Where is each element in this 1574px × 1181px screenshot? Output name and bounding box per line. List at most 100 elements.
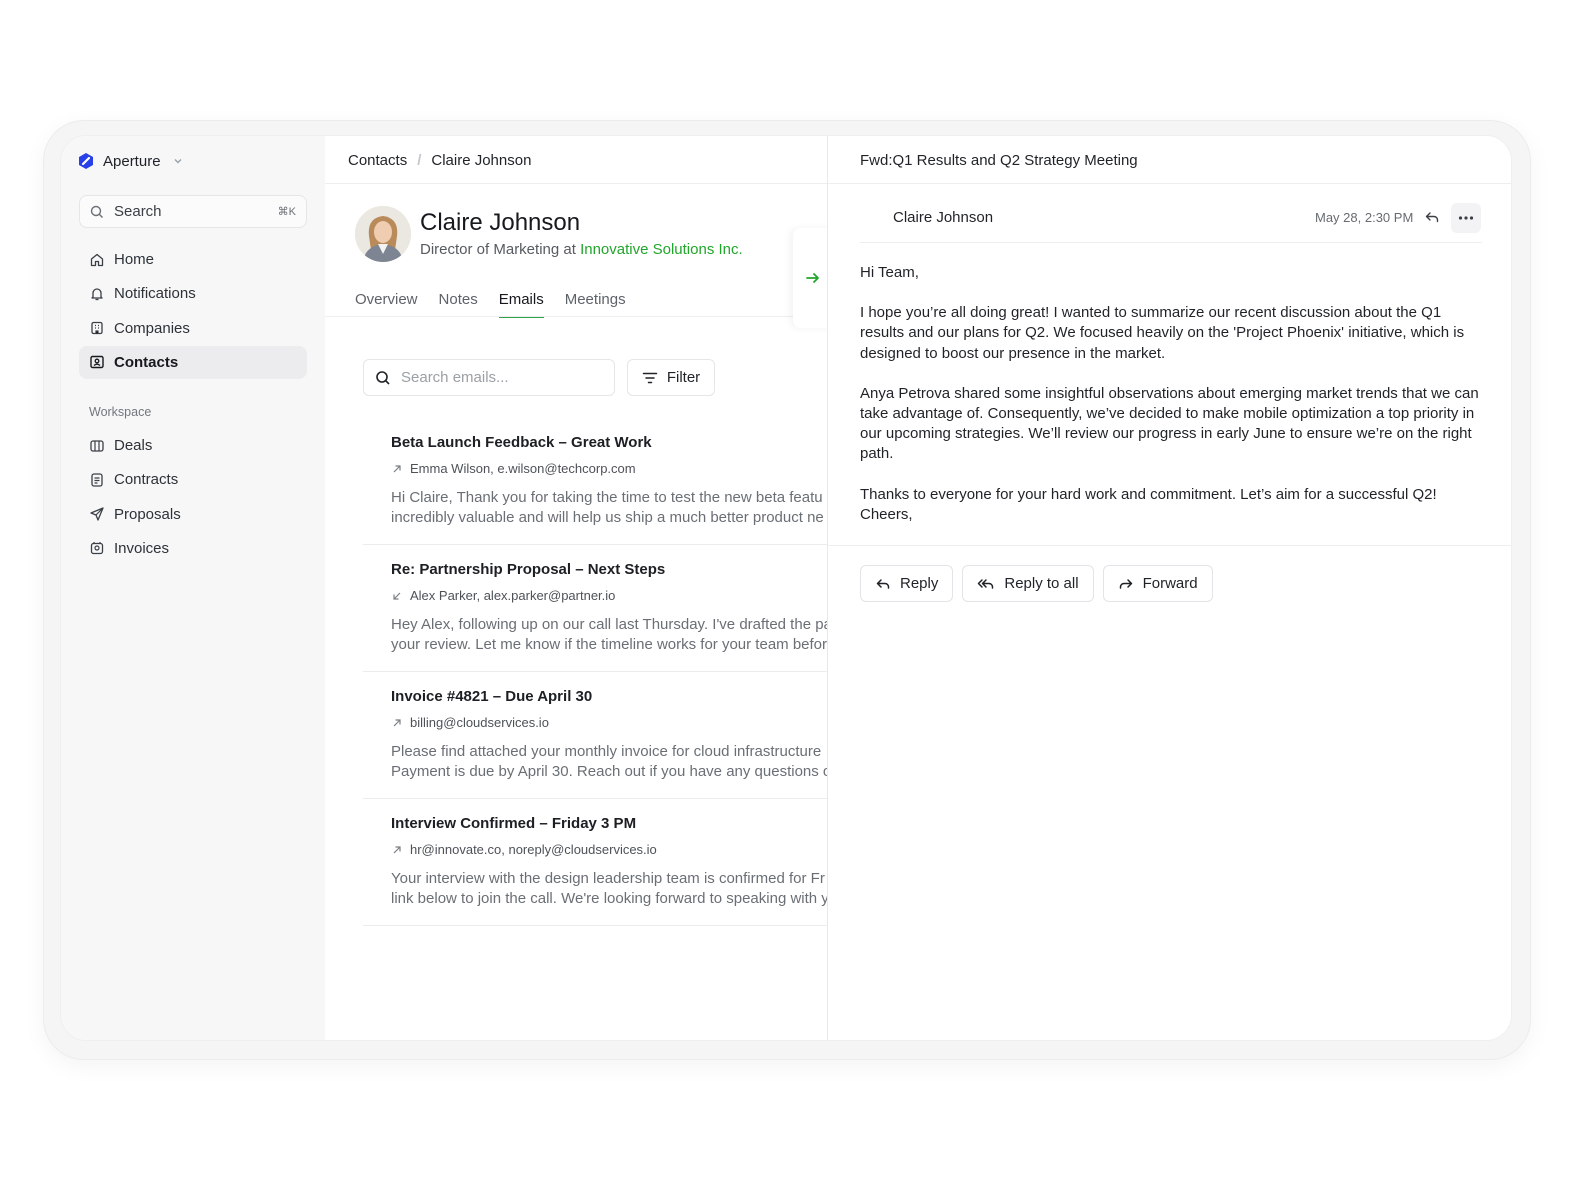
sidebar-item-home[interactable]: Home xyxy=(79,243,307,276)
email-participants: Alex Parker, alex.parker@partner.io xyxy=(410,588,616,603)
sidebar-item-label: Deals xyxy=(114,437,153,454)
forward-button[interactable]: Forward xyxy=(1102,565,1213,602)
breadcrumb-current: Claire Johnson xyxy=(431,152,532,169)
search-shortcut: ⌘K xyxy=(277,206,296,218)
email-preview-line: Hi Claire, Thank you for taking the time… xyxy=(391,489,823,506)
email-search-placeholder: Search emails... xyxy=(401,369,509,386)
workspace-switcher[interactable]: Aperture xyxy=(77,152,183,170)
email-body: Hi Team, I hope you’re all doing great! … xyxy=(860,263,1480,525)
email-preview-line: Please find attached your monthly invoic… xyxy=(391,743,822,760)
divider xyxy=(325,183,827,184)
email-meta: Alex Parker, alex.parker@partner.io xyxy=(391,588,827,603)
contact-panel: Contacts / Claire Johnson Claire Johnson… xyxy=(325,136,827,1040)
deals-icon xyxy=(89,438,105,454)
search-icon xyxy=(375,370,391,386)
contact-name: Claire Johnson xyxy=(420,209,581,236)
email-list-item[interactable]: Beta Launch Feedback – Great Work Emma W… xyxy=(363,418,827,545)
sidebar-item-label: Contracts xyxy=(114,471,179,489)
reply-icon[interactable] xyxy=(1424,209,1440,225)
workspace-nav: Deals Contracts Proposals Invoices xyxy=(79,429,307,566)
email-search-input[interactable]: Search emails... xyxy=(363,359,615,396)
email-detail-panel: Fwd:Q1 Results and Q2 Strategy Meeting C… xyxy=(827,136,1511,1040)
sidebar-item-contracts[interactable]: Contracts xyxy=(79,463,307,496)
reply-all-button[interactable]: Reply to all xyxy=(962,565,1094,602)
email-signoff: Cheers, xyxy=(860,505,913,523)
email-actions: Reply Reply to all Forward xyxy=(860,565,1213,602)
sidebar-item-notifications[interactable]: Notifications xyxy=(79,277,307,310)
outgoing-arrow-icon xyxy=(391,717,403,729)
sidebar-item-label: Notifications xyxy=(114,285,196,303)
contact-tabs: Overview Notes Emails Meetings xyxy=(355,291,626,318)
email-detail-subject: Fwd:Q1 Results and Q2 Strategy Meeting xyxy=(860,152,1138,169)
home-icon xyxy=(89,252,105,268)
email-list-item[interactable]: Interview Confirmed – Friday 3 PM hr@inn… xyxy=(363,799,827,926)
sidebar-item-companies[interactable]: Companies xyxy=(79,312,307,345)
email-preview: Hey Alex, following up on our call last … xyxy=(391,615,827,655)
avatar xyxy=(355,206,411,262)
company-link[interactable]: Innovative Solutions Inc. xyxy=(580,241,743,258)
email-meta: billing@cloudservices.io xyxy=(391,715,827,730)
tab-meetings[interactable]: Meetings xyxy=(565,291,626,318)
email-meta: hr@innovate.co, noreply@cloudservices.io xyxy=(391,842,827,857)
tab-emails[interactable]: Emails xyxy=(498,291,544,318)
primary-nav: Home Notifications Companies Contacts xyxy=(79,243,307,380)
reply-all-label: Reply to all xyxy=(1004,575,1079,592)
email-preview-line: incredibly valuable and will help us shi… xyxy=(391,509,824,526)
email-preview-line: Payment is due by April 30. Reach out if… xyxy=(391,763,827,780)
email-subject: Re: Partnership Proposal – Next Steps xyxy=(391,561,666,578)
email-list-item[interactable]: Invoice #4821 – Due April 30 billing@clo… xyxy=(363,672,827,799)
sidebar-item-label: Invoices xyxy=(114,539,170,557)
email-subject: Beta Launch Feedback – Great Work xyxy=(391,434,652,451)
contact-role: Director of Marketing at xyxy=(420,241,576,258)
sidebar-item-invoices[interactable]: Invoices xyxy=(79,532,307,565)
contact-title: Director of Marketing at Innovative Solu… xyxy=(420,241,743,258)
tab-overview[interactable]: Overview xyxy=(355,291,418,318)
app-window: Aperture Search ⌘K Home Notifications Co… xyxy=(60,135,1512,1041)
reply-button[interactable]: Reply xyxy=(860,565,954,602)
filter-icon xyxy=(642,371,658,385)
email-paragraph: I hope you’re all doing great! I wanted … xyxy=(860,304,1465,362)
filter-label: Filter xyxy=(666,369,701,386)
building-icon xyxy=(89,320,105,336)
breadcrumb: Contacts / Claire Johnson xyxy=(348,152,531,169)
filter-button[interactable]: Filter xyxy=(627,359,715,396)
workspace-section-label: Workspace xyxy=(89,405,152,419)
outgoing-arrow-icon xyxy=(391,463,403,475)
email-paragraph: Thanks to everyone for your hard work an… xyxy=(860,485,1437,503)
email-list-item[interactable]: Re: Partnership Proposal – Next Steps Al… xyxy=(363,545,827,672)
sidebar-item-proposals[interactable]: Proposals xyxy=(79,498,307,531)
tab-notes[interactable]: Notes xyxy=(439,291,478,318)
arrow-right-icon xyxy=(805,271,821,285)
contact-card-icon xyxy=(89,354,105,370)
email-subject: Invoice #4821 – Due April 30 xyxy=(391,688,593,705)
invoice-icon xyxy=(89,540,105,556)
email-date: May 28, 2:30 PM xyxy=(1315,210,1414,225)
email-participants: billing@cloudservices.io xyxy=(410,715,549,730)
outgoing-arrow-icon xyxy=(391,844,403,856)
email-greeting: Hi Team, xyxy=(860,264,919,281)
bell-icon xyxy=(89,286,105,302)
sidebar-search[interactable]: Search ⌘K xyxy=(79,195,307,228)
reply-all-icon xyxy=(977,577,995,591)
more-horizontal-icon xyxy=(1458,216,1474,220)
search-label: Search xyxy=(114,203,162,220)
more-options-button[interactable] xyxy=(1451,203,1481,233)
sidebar-item-contacts[interactable]: Contacts xyxy=(79,345,307,379)
divider xyxy=(828,183,1511,184)
sidebar-item-deals[interactable]: Deals xyxy=(79,429,307,462)
email-paragraph: Anya Petrova shared some insightful obse… xyxy=(860,384,1479,463)
breadcrumb-root[interactable]: Contacts xyxy=(348,152,407,169)
email-preview-line: your review. Let me know if the timeline… xyxy=(391,636,827,653)
search-icon xyxy=(90,205,104,219)
send-icon xyxy=(89,506,105,522)
email-meta: Emma Wilson, e.wilson@techcorp.com xyxy=(391,461,827,476)
email-preview: Please find attached your monthly invoic… xyxy=(391,742,827,782)
email-preview-line: Hey Alex, following up on our call last … xyxy=(391,616,827,633)
reply-label: Reply xyxy=(900,575,939,592)
email-participants: Emma Wilson, e.wilson@techcorp.com xyxy=(410,461,636,476)
incoming-arrow-icon xyxy=(391,590,403,602)
forward-icon xyxy=(1118,577,1134,591)
email-subject: Interview Confirmed – Friday 3 PM xyxy=(391,815,637,832)
reply-icon xyxy=(875,577,891,591)
email-preview: Your interview with the design leadershi… xyxy=(391,869,827,909)
